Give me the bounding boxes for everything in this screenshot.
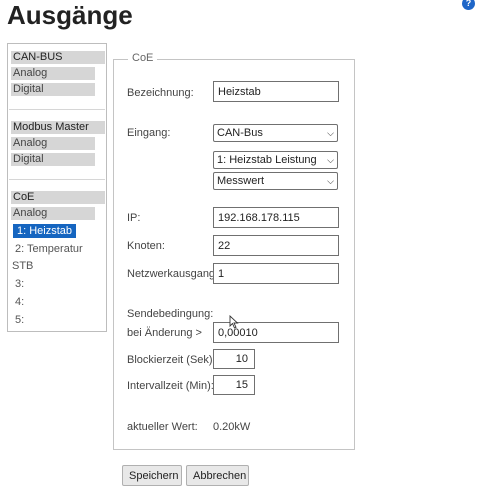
intervallzeit-label: Intervallzeit (Min):: [127, 380, 214, 392]
sidebar-item-modbus-digital[interactable]: Digital: [11, 153, 95, 166]
sendebedingung-label: Sendebedingung:: [127, 308, 214, 320]
aktueller-wert-value: 0.20kW: [213, 421, 251, 433]
chevron-down-icon: ⌵: [327, 128, 334, 138]
sidebar-item-can-analog[interactable]: Analog: [11, 67, 95, 80]
netzwerkausgang-input[interactable]: [213, 263, 339, 284]
cancel-button[interactable]: Abbrechen: [186, 465, 249, 486]
sidebar-entry-4[interactable]: 4:: [11, 295, 28, 309]
sidebar-group-can-bus[interactable]: CAN-BUS: [11, 51, 105, 64]
aktueller-wert-label: aktueller Wert:: [127, 421, 198, 433]
knoten-input[interactable]: [213, 235, 339, 256]
blockierzeit-label: Blockierzeit (Sek):: [127, 354, 216, 366]
eingang-source-value: CAN-Bus: [217, 127, 263, 139]
eingang-type-select[interactable]: Messwert ⌵: [213, 172, 338, 190]
netzwerkausgang-label: Netzwerkausgang:: [127, 268, 219, 280]
eingang-type-value: Messwert: [217, 175, 265, 187]
mouse-cursor-icon: [229, 315, 239, 329]
blockierzeit-input[interactable]: 10: [213, 349, 255, 369]
sidebar-entry-3[interactable]: 3:: [11, 277, 28, 291]
eingang-value-select[interactable]: 1: Heizstab Leistung ⌵: [213, 151, 338, 169]
chevron-down-icon: ⌵: [327, 155, 334, 165]
save-button[interactable]: Speichern: [122, 465, 182, 486]
sidebar-item-can-digital[interactable]: Digital: [11, 83, 95, 96]
eingang-label: Eingang:: [127, 127, 171, 139]
sidebar-group-coe[interactable]: CoE: [11, 191, 105, 204]
page-title: Ausgänge: [7, 0, 133, 30]
ip-label: IP:: [127, 212, 141, 224]
sidebar-entry-heizstab[interactable]: 1: Heizstab: [13, 224, 77, 238]
bezeichnung-input[interactable]: [213, 81, 339, 102]
help-icon[interactable]: ?: [462, 0, 475, 10]
sidebar-item-coe-analog[interactable]: Analog: [11, 207, 95, 220]
coe-legend: CoE: [128, 52, 158, 64]
sidebar-entry-stb: STB: [12, 260, 34, 272]
sidebar: CAN-BUS Analog Digital Modbus Master Ana…: [7, 43, 107, 332]
eingang-value-value: 1: Heizstab Leistung: [217, 154, 317, 166]
sidebar-entry-temperatur[interactable]: 2: Temperatur: [11, 242, 87, 256]
sidebar-entry-5[interactable]: 5:: [11, 313, 28, 327]
eingang-source-select[interactable]: CAN-Bus ⌵: [213, 124, 338, 142]
knoten-label: Knoten:: [127, 240, 165, 252]
ip-input[interactable]: [213, 207, 339, 228]
sidebar-divider: [9, 179, 105, 180]
sidebar-item-modbus-analog[interactable]: Analog: [11, 137, 95, 150]
aenderung-label: bei Änderung >: [127, 327, 202, 339]
intervallzeit-input[interactable]: 15: [213, 375, 255, 395]
bezeichnung-label: Bezeichnung:: [127, 87, 194, 99]
chevron-down-icon: ⌵: [327, 176, 334, 186]
sidebar-group-modbus-master[interactable]: Modbus Master: [11, 121, 105, 134]
sidebar-divider: [9, 109, 105, 110]
